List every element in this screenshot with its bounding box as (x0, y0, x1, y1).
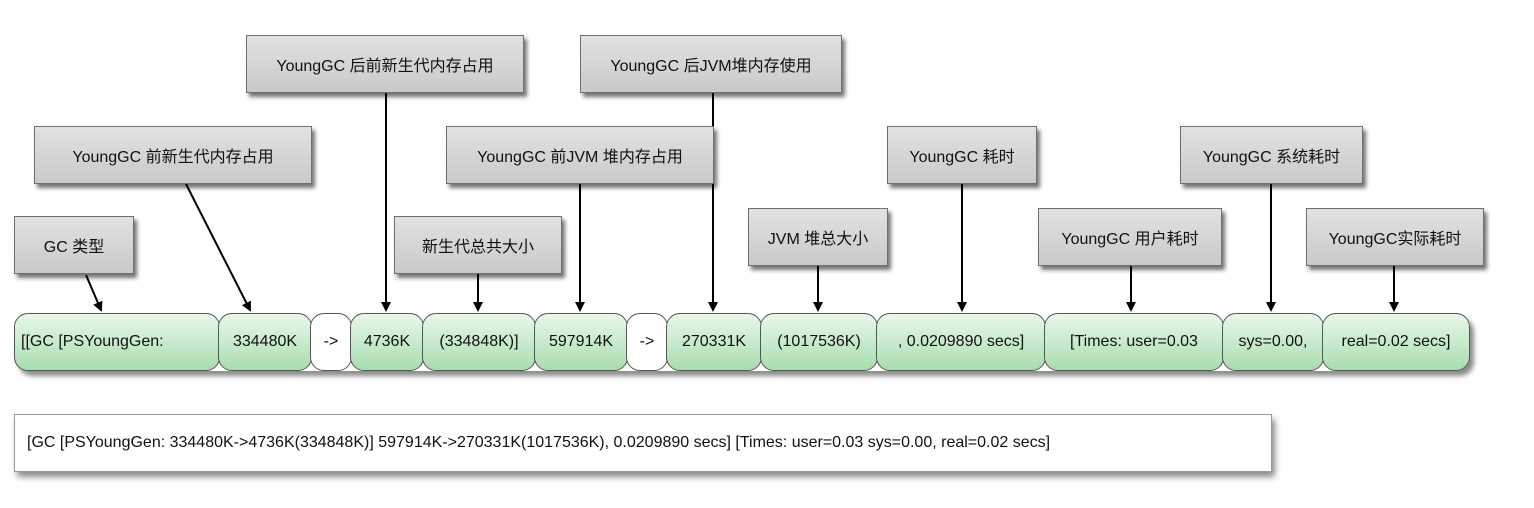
segment-text: real=0.02 secs] (1341, 333, 1451, 350)
segment-young-before: 334480K (218, 313, 312, 371)
gc-log-summary-line: [GC [PSYoungGen: 334480K->4736K(334848K)… (14, 414, 1272, 472)
gc-log-diagram: YoungGC 后前新生代内存占用 YoungGC 后JVM堆内存使用 Youn… (0, 0, 1534, 508)
label-jvm-heap-total-size: JVM 堆总大小 (748, 208, 888, 266)
label-text: YoungGC 前JVM 堆内存占用 (477, 149, 683, 166)
label-text: YoungGC 用户耗时 (1061, 231, 1199, 248)
segment-arrow-1: -> (310, 313, 352, 371)
label-text: YoungGC 后JVM堆内存使用 (610, 58, 812, 75)
label-gc-type: GC 类型 (14, 216, 134, 274)
label-young-gc-after-young-usage: YoungGC 后前新生代内存占用 (246, 35, 524, 93)
label-young-gc-user-time: YoungGC 用户耗时 (1038, 208, 1222, 266)
label-young-gc-time: YoungGC 耗时 (887, 126, 1037, 184)
segment-text: 270331K (681, 333, 747, 350)
label-text: YoungGC 耗时 (909, 149, 1015, 166)
label-text: GC 类型 (43, 239, 105, 256)
segment-arrow-2: -> (626, 313, 668, 371)
segment-gc-prefix: [[GC [PSYoungGen: (14, 313, 220, 371)
label-young-gc-after-heap-usage: YoungGC 后JVM堆内存使用 (580, 35, 842, 93)
arrow-young-before (185, 183, 251, 312)
label-young-gc-real-time: YoungGC实际耗时 (1306, 208, 1484, 266)
segment-young-after: 4736K (350, 313, 424, 371)
segment-text: (1017536K) (777, 333, 861, 350)
summary-text: [GC [PSYoungGen: 334480K->4736K(334848K)… (27, 434, 1051, 451)
segment-times-sys: sys=0.00, (1222, 313, 1324, 371)
segment-text: -> (323, 333, 339, 350)
segment-text: 597914K (548, 333, 614, 350)
label-young-gc-before-heap-usage: YoungGC 前JVM 堆内存占用 (446, 126, 714, 184)
segment-text: sys=0.00, (1238, 333, 1308, 350)
label-text: YoungGC 系统耗时 (1202, 149, 1341, 166)
arrow-gc-type (85, 274, 103, 312)
label-young-gc-sys-time: YoungGC 系统耗时 (1180, 126, 1363, 184)
segment-text: [[GC [PSYoungGen: (21, 333, 164, 350)
segment-times-user: [Times: user=0.03 (1044, 313, 1224, 371)
segment-heap-after: 270331K (666, 313, 762, 371)
segment-heap-total: (1017536K) (760, 313, 878, 371)
label-young-gc-before-young-usage: YoungGC 前新生代内存占用 (34, 126, 312, 184)
segment-text: -> (639, 333, 655, 350)
label-text: 新生代总共大小 (421, 239, 534, 256)
segment-text: 334480K (232, 333, 298, 350)
segment-text: (334848K)] (439, 333, 519, 350)
segment-heap-before: 597914K (534, 313, 628, 371)
segment-text: , 0.0209890 secs] (897, 333, 1025, 350)
segment-text: 4736K (363, 333, 411, 350)
segment-times-real: real=0.02 secs] (1322, 313, 1470, 371)
label-text: YoungGC 后前新生代内存占用 (276, 58, 494, 75)
segment-young-total: (334848K)] (422, 313, 536, 371)
segment-text: [Times: user=0.03 (1070, 333, 1198, 350)
label-text: JVM 堆总大小 (767, 231, 869, 248)
segment-gc-secs: , 0.0209890 secs] (876, 313, 1046, 371)
label-text: YoungGC实际耗时 (1328, 231, 1462, 248)
label-young-gen-total-size: 新生代总共大小 (394, 216, 562, 274)
label-text: YoungGC 前新生代内存占用 (72, 149, 274, 166)
